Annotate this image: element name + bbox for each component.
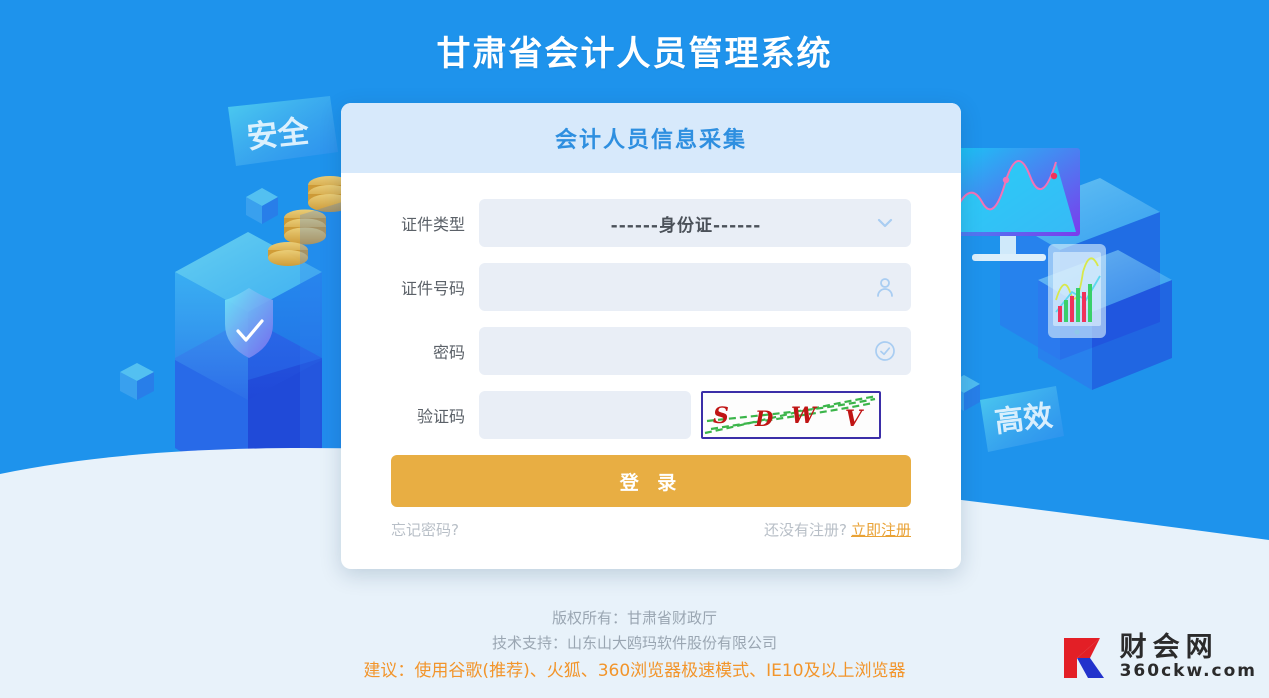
footer-copyright: 版权所有：甘肃省财政厅: [551, 609, 717, 627]
login-button[interactable]: 登 录: [391, 455, 911, 507]
password-input[interactable]: [479, 327, 911, 375]
label-id-type: 证件类型: [400, 215, 465, 234]
not-registered-text: 还没有注册?: [764, 521, 847, 539]
svg-text:S: S: [713, 403, 729, 429]
login-card: 会计人员信息采集 证件类型 ------身份证------ 证件号码 密码 验证…: [341, 103, 961, 569]
watermark-brand-url: 360ckw.com: [1119, 660, 1257, 681]
label-captcha: 验证码: [416, 407, 465, 426]
watermark-k-logo: [1063, 638, 1104, 678]
form-links: 忘记密码? 还没有注册? 立即注册: [391, 519, 911, 540]
id-number-wrap: [479, 263, 911, 311]
watermark: 财会网 360ckw.com: [1060, 630, 1257, 684]
watermark-brand-cn: 财会网: [1119, 631, 1219, 663]
card-header: 会计人员信息采集: [341, 103, 961, 173]
label-id-number: 证件号码: [400, 279, 465, 298]
password-wrap: [479, 327, 911, 375]
captcha-canvas: S D W V: [703, 393, 879, 437]
id-number-input[interactable]: [479, 263, 911, 311]
forgot-password-link[interactable]: 忘记密码?: [391, 519, 459, 540]
watermark-text: 财会网 360ckw.com: [1119, 631, 1257, 681]
svg-text:安全: 安全: [245, 114, 311, 156]
field-row-id-number: 证件号码: [391, 263, 911, 311]
register-now-link[interactable]: 立即注册: [851, 521, 911, 539]
page-title: 甘肃省会计人员管理系统: [436, 34, 833, 74]
field-row-captcha: 验证码 S D W V: [391, 391, 911, 439]
svg-text:V: V: [845, 406, 864, 432]
captcha-wrap: [479, 391, 691, 439]
svg-text:D: D: [754, 406, 774, 431]
captcha-input[interactable]: [479, 391, 691, 439]
id-type-wrap: ------身份证------: [479, 199, 911, 247]
svg-text:W: W: [791, 403, 818, 429]
captcha-image[interactable]: S D W V: [701, 391, 881, 439]
id-type-select[interactable]: ------身份证------: [479, 199, 911, 247]
register-group: 还没有注册? 立即注册: [764, 519, 911, 540]
tablet-chart: [1048, 244, 1106, 338]
login-form: 证件类型 ------身份证------ 证件号码 密码 验证码 S D W V…: [341, 173, 961, 540]
label-password: 密码: [432, 343, 465, 362]
field-row-password: 密码: [391, 327, 911, 375]
left-badge-safety: 安全: [228, 96, 338, 166]
login-page: 安全 高效 甘肃省会计人员管理系统 会计人员信息采集 证件类型 ------身份…: [0, 0, 1269, 698]
field-row-id-type: 证件类型 ------身份证------: [391, 199, 911, 247]
card-header-title: 会计人员信息采集: [554, 128, 747, 153]
